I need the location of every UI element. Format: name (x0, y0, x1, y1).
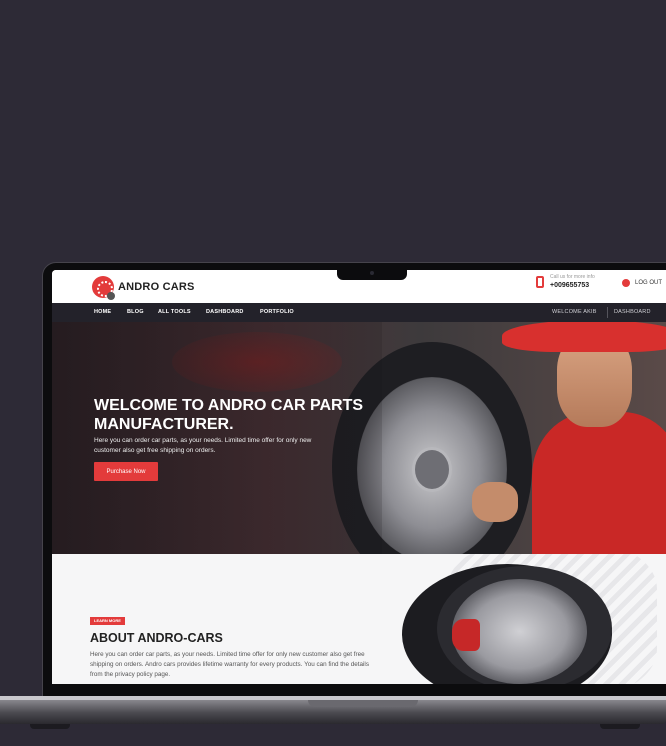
hero-hub-image (412, 447, 452, 492)
phone-number: +009655753 (550, 282, 590, 289)
call-label: Call us for more info (550, 274, 595, 280)
hero-banner: WELCOME TO ANDRO CAR PARTS MANUFACTURER.… (52, 322, 666, 554)
logout-icon (622, 279, 630, 287)
contact-phone[interactable]: Call us for more info +009655753 (536, 274, 595, 289)
mechanic-cap-image (502, 322, 666, 352)
logout-label: LOG OUT (635, 280, 663, 286)
welcome-user: WELCOME AKIB (552, 309, 597, 315)
laptop-foot-left (30, 724, 70, 729)
mechanic-body-image (532, 412, 666, 554)
camera-notch (337, 268, 407, 280)
mechanic-hand-image (472, 482, 518, 522)
nav-dashboard-right[interactable]: DASHBOARD (614, 309, 651, 315)
laptop-foot-right (600, 724, 640, 729)
about-section: LEARN MORE ABOUT ANDRO-CARS Here you can… (52, 554, 666, 684)
nav-dashboard[interactable]: DASHBOARD (206, 309, 244, 315)
laptop-screen: ANDRO CARS Call us for more info +009655… (52, 270, 666, 684)
nav-home[interactable]: HOME (94, 309, 111, 315)
webcam-icon (370, 271, 374, 275)
phone-icon (536, 275, 544, 288)
tire-logo-icon (92, 276, 115, 300)
nav-portfolio[interactable]: PORTFOLIO (260, 309, 294, 315)
logout-button[interactable]: LOG OUT (622, 279, 662, 287)
purchase-now-button[interactable]: Purchase Now (94, 462, 158, 481)
brake-caliper-image (452, 619, 480, 651)
hero-description: Here you can order car parts, as your ne… (94, 437, 312, 454)
about-title: ABOUT ANDRO-CARS (90, 631, 223, 645)
main-nav: HOME BLOG ALL TOOLS DASHBOARD PORTFOLIO … (52, 303, 666, 322)
brand-name: ANDRO CARS (118, 281, 195, 293)
brand-logo[interactable]: ANDRO CARS (92, 276, 195, 300)
hero-title: WELCOME TO ANDRO CAR PARTS MANUFACTURER. (94, 397, 364, 433)
about-description: Here you can order car parts, as your ne… (90, 651, 369, 678)
laptop-open-groove (308, 700, 418, 707)
nav-blog[interactable]: BLOG (127, 309, 144, 315)
learn-more-badge[interactable]: LEARN MORE (90, 617, 125, 625)
nav-divider (607, 307, 608, 318)
nav-all-tools[interactable]: ALL TOOLS (158, 309, 191, 315)
